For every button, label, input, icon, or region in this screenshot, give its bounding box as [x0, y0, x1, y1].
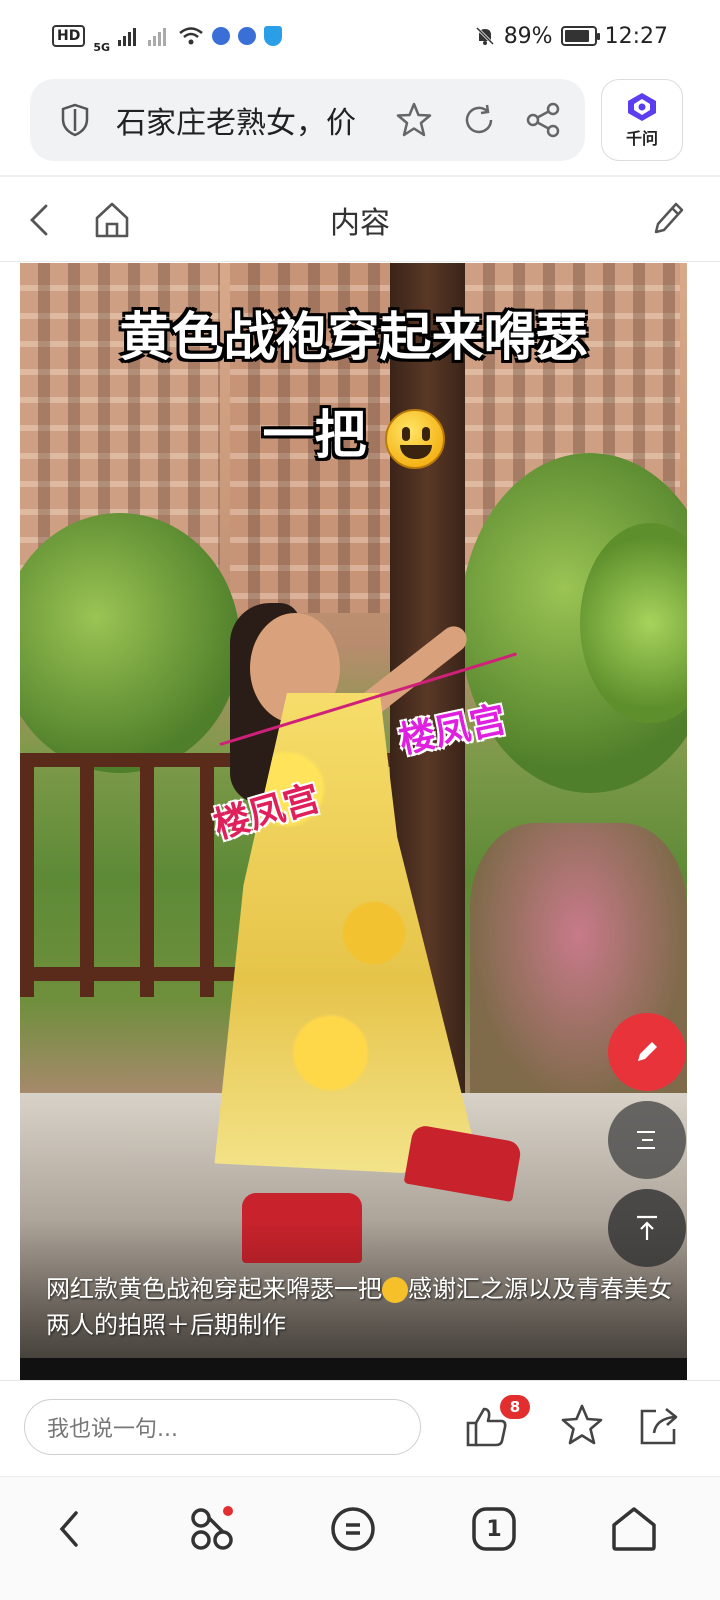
outline-fab[interactable]: [608, 1101, 686, 1179]
shield-icon[interactable]: [60, 103, 90, 137]
address-query[interactable]: 石家庄老熟女，价: [116, 98, 395, 142]
hd-badge: HD: [52, 25, 86, 47]
browser-bottom-bar: 1: [0, 1476, 720, 1600]
post-image[interactable]: 黄色战袍穿起来嘚瑟 一把 楼凤宫 楼凤宫 网红款黄色战袍穿起来嘚瑟一把 感谢汇之源…: [20, 263, 687, 1380]
content-nav-bar: 内容: [0, 178, 720, 262]
post-caption: 网红款黄色战袍穿起来嘚瑟一把 感谢汇之源以及青春美女两人的拍照＋后期制作: [46, 1271, 676, 1343]
battery-icon: [560, 26, 600, 46]
overlay-title-line2-text: 一把: [262, 406, 367, 466]
smiley-emoji-icon: [384, 409, 445, 469]
tab-count: 1: [486, 1516, 502, 1542]
woman-figure: [180, 553, 523, 1263]
status-right: 89% 12:27: [474, 24, 668, 49]
mute-bell-icon: [475, 26, 494, 46]
menu-icon: [331, 1507, 375, 1551]
browser-back-button[interactable]: [40, 1499, 100, 1559]
star-icon[interactable]: [395, 101, 433, 139]
share-icon[interactable]: [636, 1403, 682, 1449]
image-bottom-strip: [20, 1358, 687, 1380]
browser-apps-button[interactable]: [182, 1499, 242, 1559]
refresh-icon[interactable]: [461, 102, 497, 138]
comment-bar: 我也说一句... 8: [0, 1380, 720, 1474]
caption-text-1: 网红款黄色战袍穿起来嘚瑟一把: [46, 1275, 382, 1303]
battery-percent: 89%: [503, 23, 553, 49]
address-actions: [395, 101, 561, 139]
home-icon: [612, 1507, 656, 1551]
qwen-assistant-button[interactable]: 千问: [601, 79, 683, 161]
wifi-icon: [179, 27, 203, 45]
outline-icon: [637, 1131, 655, 1149]
qwen-logo-icon: [628, 93, 656, 121]
edit-icon[interactable]: [650, 198, 686, 238]
overlay-title-line2: 一把: [20, 393, 687, 469]
back-to-top-fab[interactable]: [608, 1189, 686, 1267]
app-notification-icon: [212, 27, 231, 45]
write-comment-fab[interactable]: [608, 1013, 686, 1091]
browser-home-button[interactable]: [604, 1499, 664, 1559]
like-count-badge: 8: [500, 1395, 530, 1419]
grin-emoji-icon: [382, 1277, 408, 1303]
qwen-label: 千问: [625, 129, 658, 148]
clock: 12:27: [604, 23, 668, 49]
battery-fill: [564, 30, 590, 42]
star-icon[interactable]: [560, 1403, 604, 1447]
app-notification-icon-2: [238, 27, 257, 45]
back-icon: [59, 1511, 78, 1547]
signal-off-icon: [148, 28, 167, 46]
page-title: 内容: [330, 206, 390, 241]
back-to-top-icon: [637, 1215, 657, 1240]
browser-tabs-button[interactable]: 1: [464, 1499, 524, 1559]
nav-divider: [0, 261, 720, 262]
status-left: HD 5G: [52, 20, 283, 54]
comment-input[interactable]: 我也说一句...: [24, 1399, 421, 1455]
top-divider: [0, 175, 720, 177]
browser-menu-button[interactable]: [323, 1499, 383, 1559]
address-bar[interactable]: 石家庄老熟女，价: [30, 79, 585, 161]
signal-icon: [118, 28, 137, 46]
network-label: 5G: [93, 40, 111, 54]
pencil-icon: [638, 1042, 657, 1061]
status-bar: HD 5G 89% 12:27: [0, 0, 720, 72]
security-app-icon: [264, 26, 283, 46]
share-icon[interactable]: [525, 102, 561, 138]
apps-icon: [191, 1506, 233, 1550]
overlay-title-line1: 黄色战袍穿起来嘚瑟: [119, 308, 588, 368]
